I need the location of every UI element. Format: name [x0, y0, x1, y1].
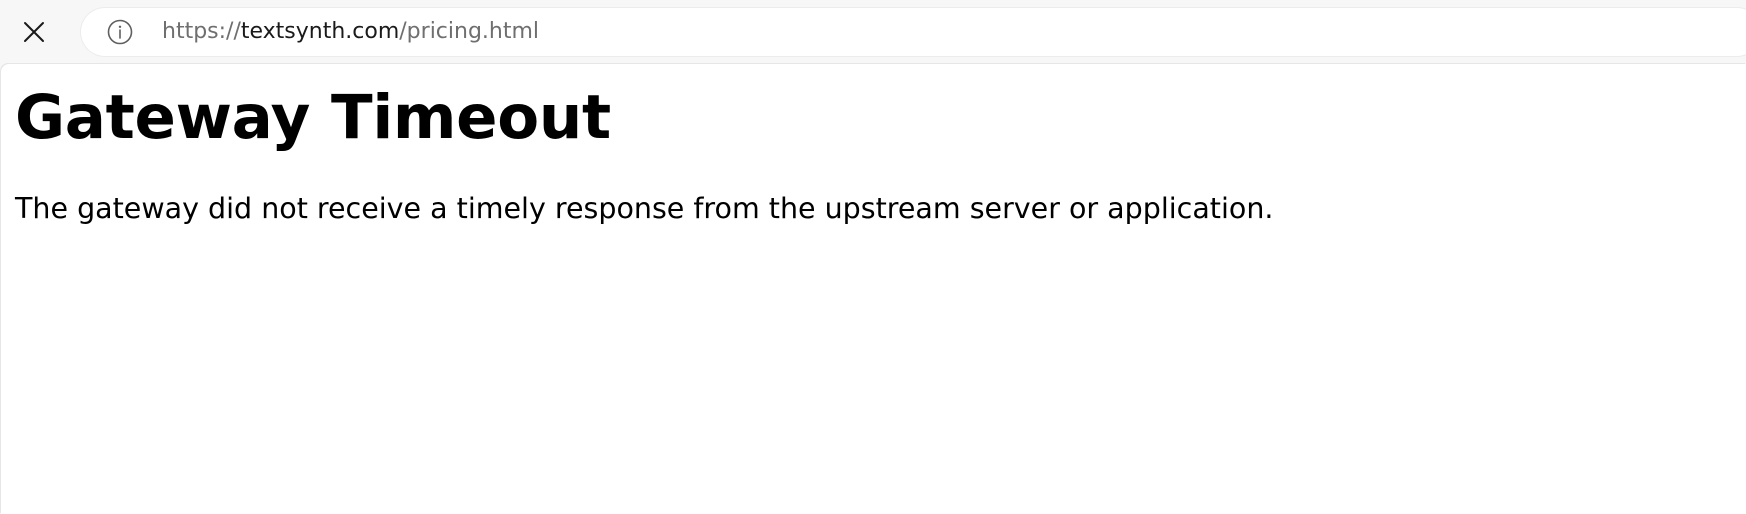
page-title: Gateway Timeout	[15, 82, 611, 153]
close-icon	[24, 22, 44, 42]
url-domain: textsynth.com	[240, 19, 400, 44]
close-button[interactable]	[14, 14, 54, 50]
url-text[interactable]: https://textsynth.com/pricing.html	[162, 8, 539, 56]
error-message: The gateway did not receive a timely res…	[15, 192, 1274, 225]
address-bar[interactable]: https://textsynth.com/pricing.html	[81, 8, 1746, 56]
info-icon[interactable]	[107, 19, 133, 45]
browser-toolbar: https://textsynth.com/pricing.html	[0, 0, 1746, 64]
page-content: Gateway Timeout The gateway did not rece…	[1, 64, 1746, 514]
url-path: /pricing.html	[399, 19, 540, 44]
url-prefix: https://	[162, 19, 241, 44]
